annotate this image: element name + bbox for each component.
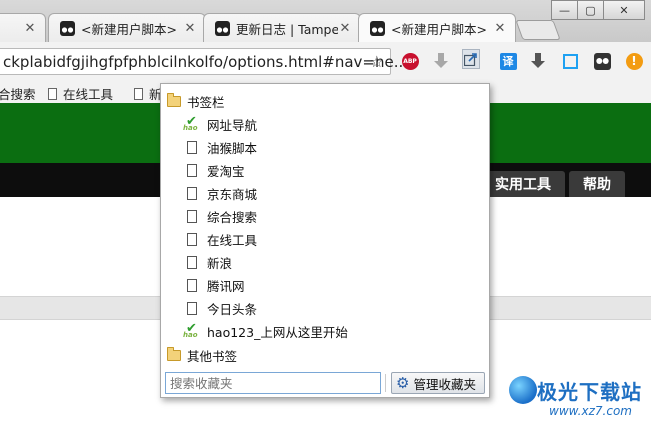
warning-badge: ! [625, 52, 643, 70]
bookmark-entry[interactable]: 爱淘宝 [187, 161, 245, 180]
manage-bookmarks-label: 管理收藏夹 [413, 376, 476, 392]
translate-badge: 译 [499, 52, 517, 70]
bookmark-entry-label: 爱淘宝 [207, 164, 245, 179]
page-icon [187, 233, 197, 246]
tab-changelog[interactable]: 更新日志 | Tampe ✕ [203, 13, 361, 42]
screenshot-frame [562, 53, 578, 69]
folder-label: 其他书签 [187, 349, 238, 364]
page-icon [134, 87, 143, 100]
bookmark-item[interactable]: 在线工具 [48, 84, 113, 103]
translate-icon[interactable]: 译 [499, 52, 517, 70]
tab-close-icon[interactable]: ✕ [338, 21, 352, 36]
manage-bookmarks-button[interactable]: ⚙ 管理收藏夹 [391, 372, 485, 394]
tab-title: <新建用户脚本> [81, 21, 177, 37]
tampermonkey-icon [59, 20, 75, 36]
watermark-brand: 极光下载站 [537, 380, 642, 404]
bookmark-entry-label: 新浪 [207, 256, 233, 271]
tampermonkey-icon [369, 20, 385, 36]
bookmark-entry-label: 油猴脚本 [207, 141, 258, 156]
hao123-icon: ✔ hao [183, 321, 198, 339]
tab-new-userscript-1[interactable]: <新建用户脚本> ✕ [48, 13, 206, 42]
page-icon [187, 187, 197, 200]
warning-icon[interactable]: ! [625, 52, 643, 70]
close-window-button[interactable]: ✕ [603, 0, 645, 20]
watermark: 极光下载站 www.xz7.com [505, 370, 651, 429]
tab-strip: ✕ <新建用户脚本> ✕ 更新日志 | Tampe ✕ <新建用户脚本> ✕ —… [0, 0, 651, 42]
minimize-button[interactable]: — [551, 0, 578, 20]
address-bar[interactable]: ckplabidfgjihgfpfphblcilnkolfo/options.h… [0, 48, 408, 75]
window-controls: — ▢ ✕ [551, 0, 645, 20]
screenshot-icon[interactable] [561, 52, 579, 70]
bookmark-star-icon[interactable]: ☆ [370, 52, 384, 71]
tampermonkey-toolbar-icon[interactable] [593, 52, 611, 70]
folder-icon [167, 347, 181, 361]
tab-close-icon[interactable]: ✕ [493, 21, 507, 36]
tampermonkey-icon [214, 20, 230, 36]
browser-toolbar: ckplabidfgjihgfpfphblcilnkolfo/options.h… [0, 42, 651, 80]
bookmark-label: 合搜索 [0, 87, 36, 102]
bookmark-folder-other[interactable]: 其他书签 [167, 346, 237, 365]
page-icon [187, 164, 197, 177]
bookmark-entry[interactable]: ✔ hao 网址导航 [183, 114, 258, 134]
tab-title: <新建用户脚本> [391, 21, 487, 37]
share-icon [462, 49, 480, 69]
folder-label: 书签栏 [187, 95, 225, 110]
new-tab-button[interactable] [515, 20, 561, 40]
bookmark-entry[interactable]: 在线工具 [187, 230, 257, 249]
adblock-plus-icon[interactable]: ABP [401, 52, 419, 70]
bookmark-entry-label: 在线工具 [207, 233, 258, 248]
bookmark-entry[interactable]: 综合搜索 [187, 207, 257, 226]
bookmark-entry-label: 腾讯网 [207, 279, 245, 294]
tab-close-icon[interactable]: ✕ [183, 21, 197, 36]
bookmark-folder-bar[interactable]: 书签栏 [167, 92, 225, 111]
bookmark-entry-label: 今日头条 [207, 302, 258, 317]
folder-open-icon [167, 93, 181, 107]
tab-partial[interactable]: ✕ [0, 13, 46, 42]
download-dark-icon[interactable] [529, 52, 547, 70]
bookmark-entry-label: hao123_上网从这里开始 [207, 325, 348, 340]
gear-icon: ⚙ [396, 374, 410, 392]
bookmark-entry[interactable]: ✔ hao hao123_上网从这里开始 [183, 321, 348, 341]
tab-close-icon[interactable]: ✕ [23, 21, 37, 36]
bookmark-label: 在线工具 [63, 87, 114, 102]
nav-tab-help[interactable]: 帮助 [569, 171, 625, 197]
bookmark-entry-label: 网址导航 [207, 118, 258, 133]
page-icon [187, 302, 197, 315]
bookmark-item[interactable]: 合搜索 [0, 84, 36, 103]
tampermonkey-icon [593, 52, 611, 70]
page-icon [187, 279, 197, 292]
page-icon [187, 210, 197, 223]
page-icon [48, 87, 57, 100]
abp-badge: ABP [401, 52, 419, 70]
watermark-logo [509, 376, 537, 404]
bookmark-entry-label: 综合搜索 [207, 210, 258, 225]
bookmark-item[interactable]: 新 [134, 84, 162, 103]
watermark-site: www.xz7.com [549, 404, 632, 418]
hao123-icon: ✔ hao [183, 114, 198, 132]
bookmark-entry[interactable]: 新浪 [187, 253, 232, 272]
download-arrow-icon[interactable] [432, 52, 450, 70]
bookmark-entry[interactable]: 油猴脚本 [187, 138, 257, 157]
active-extension-icon[interactable] [462, 49, 480, 69]
bookmark-entry[interactable]: 腾讯网 [187, 276, 245, 295]
bookmark-dropdown: 书签栏 ✔ hao 网址导航 油猴脚本 爱淘宝 京东商城 综合搜索 在线工具 新浪… [160, 83, 490, 398]
bookmark-entry[interactable]: 京东商城 [187, 184, 257, 203]
divider [385, 374, 386, 392]
nav-tab-tools[interactable]: 实用工具 [481, 171, 565, 197]
bookmark-entry[interactable]: 今日头条 [187, 299, 257, 318]
maximize-button[interactable]: ▢ [577, 0, 604, 20]
page-icon [187, 256, 197, 269]
bookmark-entry-label: 京东商城 [207, 187, 258, 202]
page-icon [187, 141, 197, 154]
url-text[interactable]: ckplabidfgjihgfpfphblcilnkolfo/options.h… [3, 53, 408, 71]
bookmark-search-input[interactable] [165, 372, 381, 394]
tab-title: 更新日志 | Tampe [236, 21, 338, 37]
tab-new-userscript-2[interactable]: <新建用户脚本> ✕ [358, 13, 516, 42]
